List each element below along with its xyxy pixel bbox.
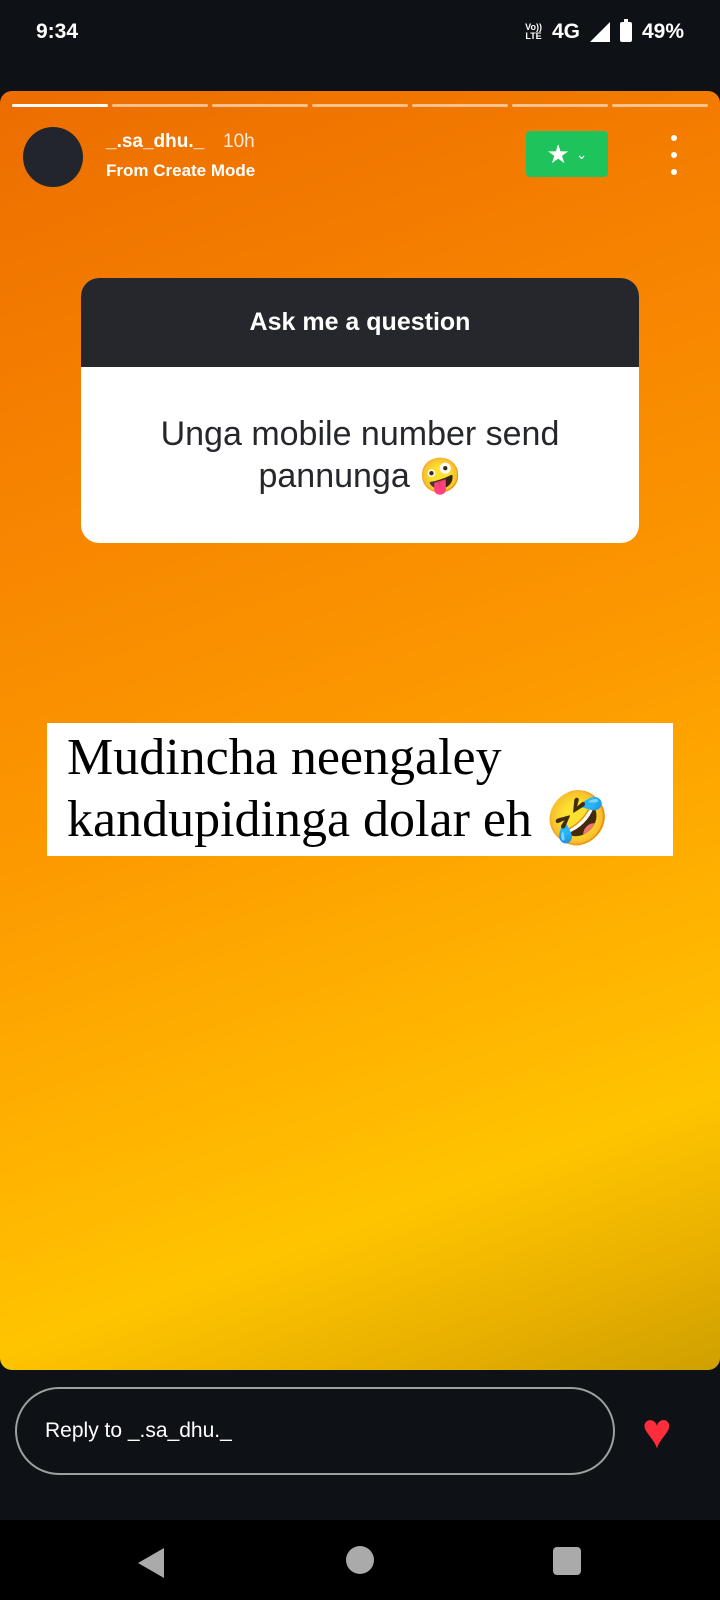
status-bar: 9:34 Vo)) LTE 4G 49% [0, 0, 720, 64]
reply-input[interactable]: Reply to _.sa_dhu._ [15, 1387, 615, 1475]
reply-bar: Reply to _.sa_dhu._ ♥ [0, 1370, 720, 1520]
progress-segment [312, 104, 408, 107]
question-sticker-text: Unga mobile number send pannunga 🤪 [160, 415, 560, 495]
question-sticker[interactable]: Ask me a question Unga mobile number sen… [81, 278, 639, 543]
network-type: 4G [551, 20, 580, 43]
chevron-down-icon: ⌄ [575, 145, 588, 162]
status-time: 9:34 [36, 20, 79, 43]
close-friends-button[interactable]: ★ ⌄ [526, 131, 608, 177]
battery-icon [619, 19, 632, 42]
progress-segment [412, 104, 508, 107]
home-icon[interactable] [346, 1546, 374, 1574]
story-viewer[interactable]: _.sa_dhu._ 10h From Create Mode ★ ⌄ Ask … [0, 91, 720, 1370]
story-username[interactable]: _.sa_dhu._ [106, 131, 204, 153]
story-subtitle[interactable]: From Create Mode [106, 161, 255, 181]
more-options-icon[interactable] [664, 135, 684, 175]
status-icons: Vo)) LTE 4G 49% [525, 19, 684, 44]
battery-percent: 49% [641, 20, 684, 43]
question-sticker-header: Ask me a question [81, 278, 639, 367]
star-icon: ★ [546, 138, 570, 169]
story-caption: Mudincha neengaley kandupidinga dolar eh… [47, 723, 673, 856]
story-progress [12, 104, 708, 107]
progress-segment [112, 104, 208, 107]
story-time: 10h [223, 131, 255, 152]
progress-segment [612, 104, 708, 107]
progress-segment [512, 104, 608, 107]
system-nav-bar [0, 1520, 720, 1600]
signal-icon [589, 22, 610, 42]
avatar[interactable] [23, 127, 83, 187]
progress-segment [12, 104, 108, 107]
heart-icon[interactable]: ♥ [642, 1406, 672, 1456]
progress-segment [212, 104, 308, 107]
volte-icon: Vo)) LTE [525, 22, 542, 41]
back-icon[interactable] [138, 1548, 164, 1578]
recents-icon[interactable] [553, 1547, 581, 1575]
reply-placeholder: Reply to _.sa_dhu._ [45, 1419, 232, 1442]
